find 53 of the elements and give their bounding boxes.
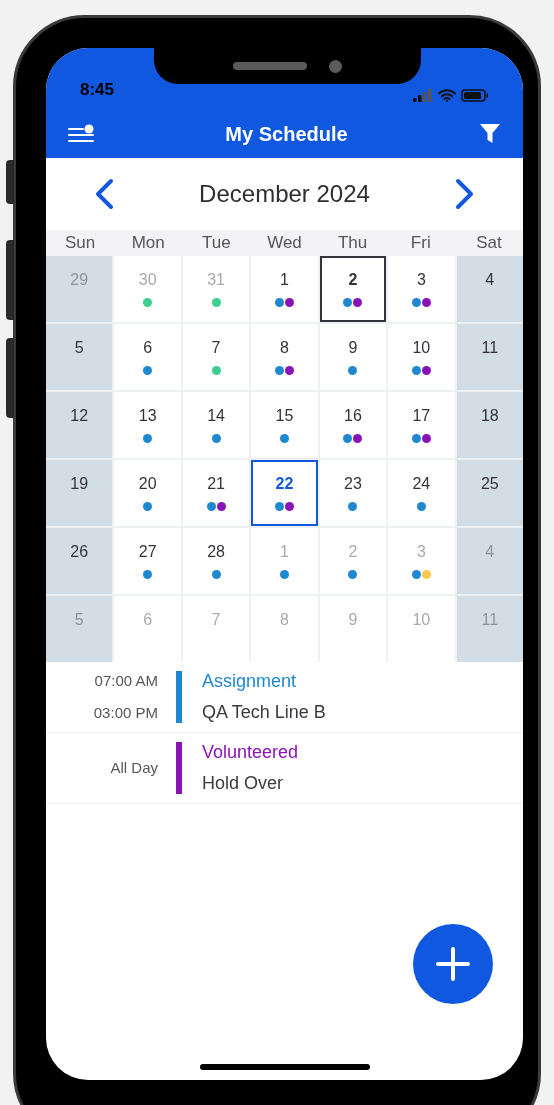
calendar-day[interactable]: 6 [114,324,181,390]
event-name: Hold Over [202,772,285,795]
calendar-day[interactable]: 18 [456,392,523,458]
calendar-day[interactable]: 8 [251,324,318,390]
weekday-label: Wed [266,232,303,254]
weekday-label: Mon [130,232,166,254]
weekday-label: Sat [475,232,503,254]
calendar-day[interactable]: 22 [251,460,318,526]
weekday-label: Sun [63,232,97,254]
calendar-day[interactable]: 19 [46,460,113,526]
screen-title: My Schedule [225,122,348,147]
calendar-day[interactable]: 26 [46,528,113,594]
weekday-label: Tue [201,232,232,254]
event-time: 07:00 AM [94,671,158,691]
menu-icon[interactable] [68,124,94,144]
weekday-label: Thu [337,232,369,254]
filter-icon[interactable] [479,123,501,145]
event-type[interactable]: Assignment [202,668,326,695]
calendar-day[interactable]: 25 [456,460,523,526]
next-month-icon[interactable] [455,178,475,210]
previous-month-icon[interactable] [94,178,114,210]
calendar-day[interactable]: 10 [388,324,455,390]
calendar-day[interactable]: 4 [456,256,523,322]
calendar-day[interactable]: 13 [114,392,181,458]
calendar-day[interactable]: 20 [114,460,181,526]
calendar-day[interactable]: 2 [319,256,387,322]
calendar-day[interactable]: 27 [114,528,181,594]
calendar-day[interactable]: 23 [319,460,387,526]
calendar-day[interactable]: 24 [388,460,455,526]
calendar-day[interactable]: 17 [388,392,455,458]
battery-icon [461,89,489,102]
status-time: 8:45 [80,78,115,101]
calendar-day[interactable]: 14 [182,392,250,458]
calendar-day[interactable]: 28 [182,528,250,594]
calendar-day[interactable]: 11 [456,324,523,390]
plus-icon [436,947,470,981]
calendar-day[interactable]: 1 [251,256,318,322]
event-name: QA Tech Line B [202,701,326,724]
calendar-day[interactable]: 7 [182,324,250,390]
event-time: All Day [110,757,158,778]
calendar-day[interactable]: 5 [46,324,113,390]
month-title: December 2024 [199,179,370,209]
calendar-day[interactable]: 3 [388,256,455,322]
event-time: 03:00 PM [93,702,158,723]
calendar-day[interactable]: 21 [182,460,250,526]
event-type[interactable]: Volunteered [202,739,299,766]
signal-icon [413,89,433,102]
wifi-icon [438,89,456,102]
calendar-day[interactable]: 12 [46,392,113,458]
weekday-label: Fri [409,232,432,254]
calendar-day[interactable]: 15 [251,392,318,458]
calendar-day[interactable]: 16 [319,392,387,458]
calendar-day[interactable]: 9 [319,324,387,390]
